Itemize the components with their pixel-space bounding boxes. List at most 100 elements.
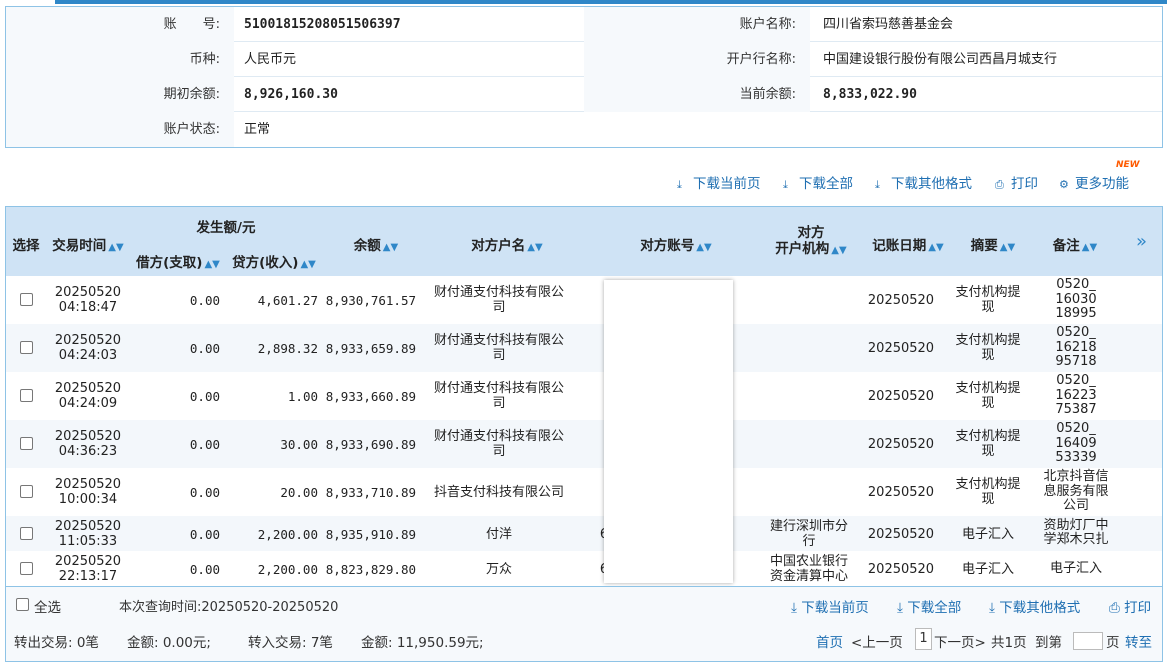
header-debit[interactable]: 借方(支取) ▲▼	[132, 251, 224, 271]
header-post-date-label: 记账日期	[872, 238, 927, 254]
download-other-label: 下载其他格式	[891, 176, 972, 192]
row-date-text: 20250520	[54, 477, 122, 492]
row-remark: 电子汇入	[1036, 561, 1116, 577]
row-credit: 2,898.32	[257, 341, 318, 356]
row-checkbox[interactable]	[20, 561, 33, 575]
row-checkbox[interactable]	[20, 526, 33, 540]
footer-print-button[interactable]: ⎙ 打印	[1109, 596, 1151, 616]
account-no-value: 51001815208051506397	[244, 17, 401, 32]
table-row[interactable]: 20250520 10:00:34 0.00 20.00 8,933,710.89 抖音支…	[6, 468, 1162, 516]
print-button[interactable]: ⎙ 打印	[995, 174, 1038, 194]
row-cp-bank-line1: 中国农业银行	[769, 553, 848, 569]
row-remark: 资助灯厂中 学郑木只扎	[1036, 517, 1116, 548]
row-remark-line3: 53339	[1055, 450, 1097, 465]
footer-download-all-button[interactable]: ⤓ 下载全部	[897, 596, 961, 616]
header-cp-name[interactable]: 对方户名 ▲▼	[432, 234, 582, 254]
row-post-date: 20250520	[867, 526, 935, 542]
header-cp-bank-label: 开户机构	[775, 241, 830, 257]
row-cp-name-line1: 财付通支付科技有限公	[433, 381, 564, 396]
info-row-account: 账 号: 51001815208051506397 账户名称: 四川省索玛慈善基…	[6, 7, 1162, 42]
select-all-checkbox[interactable]	[16, 598, 29, 611]
row-debit: 0.00	[189, 526, 220, 542]
current-balance-value: 8,833,022.90	[823, 87, 917, 102]
row-post-date: 20250520	[867, 437, 935, 452]
download-page-button[interactable]: ⤓ 下载当前页	[677, 174, 761, 194]
row-remark-line3: 75387	[1055, 402, 1097, 417]
row-remark-line2: 息服务有限	[1043, 483, 1109, 499]
row-date-text: 20250520	[54, 333, 122, 348]
row-date-text: 20250520	[54, 553, 122, 569]
row-cp-name-line2: 司	[492, 348, 506, 363]
row-time-text: 04:36:23	[58, 444, 118, 459]
more-functions-label: 更多功能	[1075, 176, 1129, 192]
header-credit[interactable]: 贷方(收入) ▲▼	[228, 251, 320, 271]
currency-label: 币种:	[6, 42, 234, 77]
header-summary[interactable]: 摘要 ▲▼	[958, 234, 1028, 254]
new-badge: NEW	[1116, 160, 1140, 170]
header-time[interactable]: 交易时间 ▲▼	[50, 234, 126, 254]
header-balance[interactable]: 余额 ▲▼	[336, 234, 416, 254]
active-tab[interactable]	[0, 0, 56, 4]
download-icon: ⤓	[677, 178, 682, 191]
row-checkbox[interactable]	[20, 293, 33, 306]
next-page-link[interactable]: 下一页>	[934, 631, 986, 651]
more-columns-icon[interactable]: »	[1136, 231, 1147, 252]
footer-download-other-button[interactable]: ⤓ 下载其他格式	[989, 596, 1080, 616]
more-functions-button[interactable]: ⚙ 更多功能	[1059, 174, 1129, 194]
table-row[interactable]: 20250520 11:05:33 0.00 2,200.00 8,935,910.89…	[6, 516, 1162, 551]
table-row[interactable]: 20250520 22:13:17 0.00 2,200.00 8,823,829.80…	[6, 551, 1162, 586]
row-time: 20250520 04:24:09	[50, 381, 126, 411]
row-remark-line2: 16409	[1055, 435, 1097, 451]
header-remark[interactable]: 备注 ▲▼	[1040, 234, 1110, 254]
row-debit: 0.00	[189, 389, 220, 404]
out-transactions: 转出交易: 0笔	[14, 635, 99, 651]
row-checkbox[interactable]	[20, 389, 33, 402]
row-summary: 支付机构提现	[948, 333, 1028, 363]
header-time-label: 交易时间	[52, 238, 107, 254]
header-cp-account[interactable]: 对方账号 ▲▼	[606, 234, 746, 254]
row-post-date: 20250520	[867, 561, 935, 577]
row-cp-bank-line1: 建行深圳市分	[769, 518, 848, 534]
opening-balance-label: 期初余额:	[6, 77, 234, 112]
row-checkbox[interactable]	[20, 485, 33, 498]
row-summary-line1: 支付机构提	[955, 285, 1021, 300]
row-remark: 北京抖音信 息服务有限 公司	[1036, 469, 1116, 514]
toolbar: ⤓ 下载当前页 ⤓ 下载全部 ⤓ 下载其他格式 ⎙ 打印 ⚙ 更多功能	[0, 174, 1140, 194]
goto-page-input[interactable]	[1073, 632, 1103, 650]
download-other-button[interactable]: ⤓ 下载其他格式	[875, 174, 972, 194]
sort-icon: ▲▼	[999, 242, 1016, 253]
row-checkbox[interactable]	[20, 437, 33, 450]
table-row[interactable]: 20250520 04:24:03 0.00 2,898.32 8,933,659.89…	[6, 324, 1162, 372]
footer-download-page-button[interactable]: ⤓ 下载当前页	[791, 596, 869, 616]
sort-icon: ▲▼	[527, 242, 543, 253]
opening-balance-value: 8,926,160.30	[244, 87, 338, 102]
row-cp-name-line2: 司	[492, 300, 506, 315]
table-row[interactable]: 20250520 04:36:23 0.00 30.00 8,933,690.89 财付通…	[6, 420, 1162, 468]
header-post-date[interactable]: 记账日期 ▲▼	[868, 234, 948, 254]
download-icon: ⤓	[783, 178, 788, 191]
row-cp-name-line1: 财付通支付科技有限公	[433, 333, 564, 348]
row-summary-line2: 现	[981, 492, 995, 507]
row-summary: 电子汇入	[948, 562, 1028, 577]
row-remark-line1: 北京抖音信	[1043, 469, 1109, 484]
row-post-date: 20250520	[867, 341, 935, 356]
sort-icon: ▲▼	[382, 242, 399, 253]
first-page-link[interactable]: 首页	[816, 631, 843, 651]
prev-page-link[interactable]: <上一页	[851, 631, 903, 651]
download-all-button[interactable]: ⤓ 下载全部	[783, 174, 853, 194]
current-page[interactable]: 1	[915, 628, 932, 650]
table-row[interactable]: 20250520 04:24:09 0.00 1.00 8,933,660.89 财付通支…	[6, 372, 1162, 420]
row-remark-line1: 资助灯厂中	[1043, 517, 1109, 533]
current-balance-label: 当前余额:	[584, 77, 810, 112]
bank-label: 开户行名称:	[584, 42, 810, 77]
row-time-text: 10:00:34	[58, 492, 118, 507]
bank-value: 中国建设银行股份有限公司西昌月城支行	[823, 52, 1058, 67]
table-row[interactable]: 20250520 04:18:47 0.00 4,601.27 8,930,761.57…	[6, 276, 1162, 324]
header-cp-bank[interactable]: 对方 开户机构 ▲▼	[766, 225, 856, 259]
goto-button[interactable]: 转至	[1125, 631, 1152, 651]
row-checkbox[interactable]	[20, 341, 33, 354]
row-cp-name-line1: 万众	[485, 561, 512, 577]
row-credit: 2,200.00	[257, 526, 318, 542]
row-summary: 支付机构提现	[948, 477, 1028, 507]
row-time: 20250520 22:13:17	[50, 554, 126, 584]
